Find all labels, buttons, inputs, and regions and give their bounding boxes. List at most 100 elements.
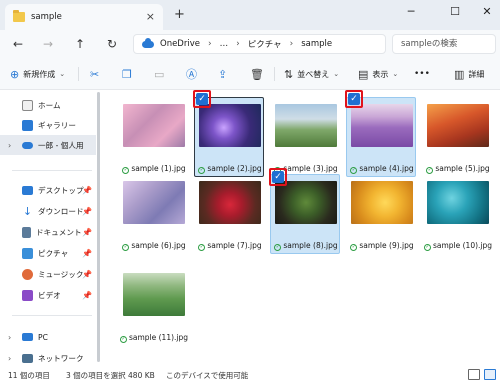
file-item[interactable]: ✓ sample (3).jpg — [270, 97, 340, 177]
file-item-selected[interactable]: ✓ sample (4).jpg — [346, 97, 416, 177]
status-bar: 11 個の項目 3 個の項目を選択 480 KB このデバイスで使用可能 — [0, 367, 500, 382]
chevron-down-icon: ⌄ — [392, 70, 399, 78]
sidebar-item-pictures[interactable]: ピクチャ 📌 — [0, 243, 96, 263]
sidebar-item-label: デスクトップ — [38, 185, 84, 195]
sidebar-item-downloads[interactable]: ↓ ダウンロード 📌 — [0, 201, 96, 221]
back-button[interactable]: ← — [8, 34, 28, 54]
breadcrumb-onedrive[interactable]: OneDrive — [160, 39, 200, 49]
file-name: sample (8).jpg — [283, 241, 338, 250]
gallery-icon — [22, 119, 33, 131]
up-button[interactable]: ↑ — [70, 34, 90, 54]
details-button[interactable]: ▥ 詳細 — [454, 66, 484, 82]
rename-button[interactable]: Ⓐ — [186, 66, 201, 82]
sync-check-icon: ✓ — [122, 167, 130, 174]
sync-check-icon: ✓ — [119, 336, 127, 343]
breadcrumb-separator[interactable]: › — [236, 39, 240, 49]
forward-button[interactable]: → — [38, 34, 58, 54]
new-label: 新規作成 — [23, 69, 56, 79]
file-item[interactable]: ✓ sample (1).jpg — [118, 97, 188, 177]
maximize-button[interactable]: ☐ — [444, 3, 466, 21]
breadcrumb-separator[interactable]: › — [290, 39, 294, 49]
selection-checkbox[interactable]: ✓ — [348, 93, 360, 105]
sidebar-item-label: ピクチャ — [38, 248, 69, 258]
file-item[interactable]: ✓ sample (5).jpg — [422, 97, 492, 177]
pin-icon[interactable]: 📌 — [82, 291, 92, 300]
sidebar-item-label: ビデオ — [38, 290, 61, 300]
sidebar-item-desktop[interactable]: デスクトップ 📌 — [0, 180, 96, 200]
chevron-right-icon[interactable]: › — [8, 333, 11, 342]
file-item-selected[interactable]: ✓ sample (2).jpg — [194, 97, 264, 177]
image-thumbnail — [199, 104, 261, 147]
new-icon: ⊕ — [10, 67, 20, 81]
pin-icon[interactable]: 📌 — [82, 270, 92, 279]
paste-button[interactable]: ▭ — [154, 66, 168, 82]
image-thumbnail — [351, 181, 413, 224]
copy-button[interactable]: ❐ — [122, 66, 136, 82]
selection-checkbox[interactable]: ✓ — [272, 171, 284, 183]
download-icon: ↓ — [22, 204, 33, 218]
file-name: sample (3).jpg — [283, 164, 338, 173]
minimize-button[interactable]: ─ — [400, 3, 422, 21]
search-input[interactable]: sampleの検索 — [392, 34, 496, 54]
cut-button[interactable]: ✂ — [90, 66, 103, 82]
file-name: sample (11).jpg — [128, 333, 189, 342]
sidebar-item-onedrive[interactable]: › 一郎 - 個人用 — [0, 135, 96, 155]
view-button[interactable]: ▤ 表示 ⌄ — [358, 66, 398, 82]
folder-icon — [13, 10, 25, 22]
sidebar-item-home[interactable]: ホーム — [0, 95, 96, 115]
sidebar-item-pc[interactable]: › PC — [0, 327, 96, 347]
sidebar-item-network[interactable]: › ネットワーク — [0, 348, 96, 368]
breadcrumb-overflow[interactable]: … — [220, 39, 229, 49]
refresh-button[interactable]: ↻ — [102, 34, 122, 54]
close-button[interactable]: ✕ — [476, 3, 498, 21]
breadcrumb-pictures[interactable]: ピクチャ — [248, 38, 282, 50]
sort-button[interactable]: ⇅ 並べ替え ⌄ — [284, 66, 339, 82]
file-item-selected[interactable]: ✓ sample (8).jpg — [270, 174, 340, 254]
command-toolbar: ⊕ 新規作成 ⌄ ✂ ❐ ▭ Ⓐ ⇪ 🗑 ⇅ 並べ替え ⌄ ▤ 表示 ⌄ •••… — [0, 58, 500, 90]
sync-check-icon: ✓ — [423, 244, 431, 251]
pin-icon[interactable]: 📌 — [82, 186, 92, 195]
pin-icon[interactable]: 📌 — [82, 249, 92, 258]
delete-button[interactable]: 🗑 — [250, 66, 268, 82]
documents-icon — [22, 226, 31, 238]
details-view-icon[interactable] — [468, 369, 480, 380]
file-item[interactable]: ✓ sample (11).jpg — [118, 266, 188, 346]
large-icons-view-icon[interactable] — [484, 369, 496, 380]
tab-close-button[interactable]: × — [146, 10, 155, 23]
chevron-down-icon: ⌄ — [333, 70, 340, 78]
chevron-right-icon[interactable]: › — [8, 141, 11, 150]
sidebar-item-gallery[interactable]: ギャラリー — [0, 115, 96, 135]
file-item[interactable]: ✓ sample (6).jpg — [118, 174, 188, 254]
selection-checkbox[interactable]: ✓ — [196, 93, 208, 105]
paste-icon: ▭ — [154, 67, 165, 81]
sidebar-item-label: ドキュメント — [36, 227, 82, 237]
new-tab-button[interactable]: + — [174, 7, 185, 22]
file-item[interactable]: ✓ sample (7).jpg — [194, 174, 264, 254]
share-icon: ⇪ — [218, 67, 228, 81]
pin-icon[interactable]: 📌 — [82, 228, 92, 237]
share-button[interactable]: ⇪ — [218, 66, 231, 82]
file-item[interactable]: ✓ sample (10).jpg — [422, 174, 492, 254]
more-options-button[interactable]: ••• — [414, 66, 430, 82]
onedrive-icon — [142, 37, 154, 48]
new-button[interactable]: ⊕ 新規作成 ⌄ — [10, 66, 65, 82]
breadcrumb-sample[interactable]: sample — [301, 39, 332, 49]
sidebar-item-videos[interactable]: ビデオ 📌 — [0, 285, 96, 305]
sidebar-item-music[interactable]: ミュージック 📌 — [0, 264, 96, 284]
chevron-right-icon[interactable]: › — [8, 354, 11, 363]
image-thumbnail — [123, 273, 185, 316]
breadcrumb-separator[interactable]: › — [208, 39, 212, 49]
sidebar-scrollbar[interactable] — [97, 92, 100, 362]
sync-check-icon: ✓ — [350, 244, 358, 251]
address-bar[interactable]: OneDrive › … › ピクチャ › sample — [133, 34, 386, 54]
file-name: sample (4).jpg — [359, 164, 414, 173]
sidebar-divider — [12, 315, 92, 316]
image-thumbnail — [199, 181, 261, 224]
file-item[interactable]: ✓ sample (9).jpg — [346, 174, 416, 254]
image-thumbnail — [427, 181, 489, 224]
tab-sample[interactable]: sample × — [5, 4, 163, 30]
file-name: sample (2).jpg — [207, 164, 262, 173]
pin-icon[interactable]: 📌 — [82, 207, 92, 216]
sync-check-icon: ✓ — [426, 167, 434, 174]
sidebar-item-documents[interactable]: ドキュメント 📌 — [0, 222, 96, 242]
